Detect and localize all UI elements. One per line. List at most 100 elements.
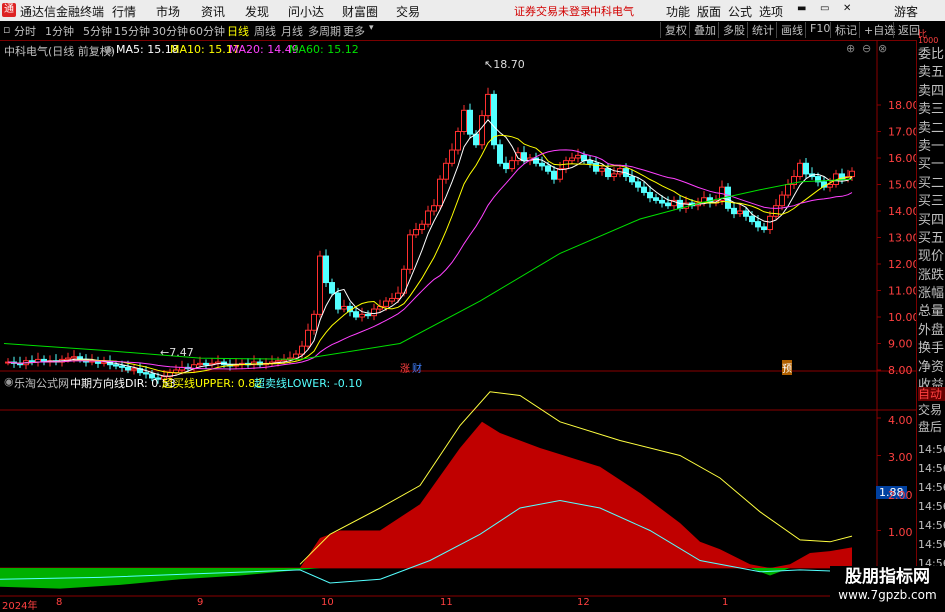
candle-body — [203, 362, 209, 366]
candle-body — [323, 255, 329, 284]
period-60min[interactable]: 60分钟 — [189, 23, 225, 39]
kline-chart[interactable]: 18.0017.0016.0015.0014.0013.0012.0011.00… — [0, 40, 945, 609]
mark-button[interactable]: 标记 — [830, 22, 857, 38]
menu-item-market[interactable]: 市场 — [156, 3, 180, 20]
candle-body — [461, 109, 467, 133]
period-multi[interactable]: 多周期 — [308, 23, 341, 39]
menu-item-formula[interactable]: 公式 — [728, 3, 752, 20]
candle-body — [173, 369, 179, 374]
candle-body — [797, 162, 803, 178]
ind-tick-1: 1.00 — [888, 526, 913, 539]
indicator-chart — [0, 391, 881, 589]
back-button[interactable]: 返回 — [893, 22, 920, 38]
side-time-item: 14:56 — [918, 538, 945, 551]
login-status[interactable]: 证券交易未登录 — [514, 3, 591, 19]
period-daily[interactable]: 日线 — [227, 23, 249, 39]
menu-item-trade[interactable]: 交易 — [396, 3, 420, 20]
adjust-button[interactable]: 复权 — [660, 22, 687, 38]
candle-body — [849, 170, 855, 178]
candle-body — [779, 194, 785, 207]
side-auto-label[interactable]: 自动 — [918, 387, 945, 401]
candle-body — [143, 372, 149, 375]
more-chevron-icon[interactable]: ▾ — [369, 23, 374, 33]
candle-body — [317, 255, 323, 315]
period-15min[interactable]: 15分钟 — [114, 23, 150, 39]
candle-body — [551, 170, 557, 180]
menu-item-ask[interactable]: 问小达 — [288, 3, 324, 20]
menu-item-news[interactable]: 资讯 — [201, 3, 225, 20]
candle-body — [749, 215, 755, 223]
finance-marker[interactable]: 财 — [412, 360, 422, 375]
menu-item-layout[interactable]: 版面 — [697, 3, 721, 20]
side-after-hours-label[interactable]: 盘后 — [918, 420, 945, 434]
low-price-label: ←7.47 — [160, 346, 194, 359]
period-more[interactable]: 更多 — [343, 23, 365, 39]
restore-icon[interactable]: ▭ — [820, 3, 829, 14]
period-30min[interactable]: 30分钟 — [152, 23, 188, 39]
side-trade-label[interactable]: 交易 — [918, 403, 945, 417]
candle-body — [587, 160, 593, 164]
side-time-item: 14:56 — [918, 443, 945, 456]
user-label[interactable]: 游客 — [894, 3, 918, 20]
menu-item-quotes[interactable]: 行情 — [112, 3, 136, 20]
candle-body — [353, 311, 359, 318]
side-label-item: 买二 — [918, 175, 945, 191]
candle-body — [431, 205, 437, 212]
period-checkbox-icon[interactable]: ▫ — [3, 23, 10, 36]
x-label-sep: 9 — [197, 597, 204, 608]
candle-body — [659, 199, 665, 204]
candle-body — [761, 226, 767, 231]
candle-body — [125, 366, 131, 371]
upper-label: 超买线UPPER: 0.82 — [162, 377, 263, 390]
high-price-label: ↖18.70 — [484, 58, 525, 71]
moving-average-lines — [3, 119, 853, 377]
overlay-button[interactable]: 叠加 — [689, 22, 716, 38]
candle-body — [449, 149, 455, 164]
close-icon[interactable]: ✕ — [843, 3, 851, 14]
candle-body — [611, 173, 617, 178]
high-price-value: 18.70 — [493, 58, 525, 71]
candle-body — [485, 93, 491, 117]
forecast-marker[interactable]: 预 — [782, 360, 792, 375]
candle-body — [131, 368, 137, 371]
candle-body — [371, 308, 377, 317]
period-monthly[interactable]: 月线 — [281, 23, 303, 39]
candle-body — [407, 234, 413, 270]
candle-body — [197, 362, 203, 366]
menu-item-options[interactable]: 选项 — [759, 3, 783, 20]
indicator-settings-icon[interactable]: ◉ — [4, 375, 14, 388]
ind-tick-3: 3.00 — [888, 451, 913, 464]
side-label-item: 卖五 — [918, 65, 945, 81]
period-weekly[interactable]: 周线 — [254, 23, 276, 39]
rise-marker[interactable]: 涨 — [400, 360, 410, 375]
period-timeshare[interactable]: 分时 — [14, 23, 36, 39]
multi-stock-button[interactable]: 多股 — [718, 22, 745, 38]
candle-body — [755, 221, 761, 228]
period-1min[interactable]: 1分钟 — [45, 23, 74, 39]
period-5min[interactable]: 5分钟 — [83, 23, 112, 39]
side-label-item: 涨跌 — [918, 267, 945, 283]
x-label-year: 2024年 — [2, 601, 38, 612]
candle-body — [467, 109, 473, 135]
add-watchlist-button[interactable]: +自选 — [859, 22, 895, 38]
ind-tick-2: 2.00 — [888, 489, 913, 502]
draw-button[interactable]: 画线 — [776, 22, 803, 38]
candle-body — [119, 365, 125, 368]
candle-body — [593, 162, 599, 172]
candle-body — [383, 300, 389, 307]
menu-item-function[interactable]: 功能 — [666, 3, 690, 20]
candle-body — [521, 152, 527, 162]
candle-body — [359, 313, 365, 318]
candle-body — [677, 199, 683, 209]
menu-item-discover[interactable]: 发现 — [245, 3, 269, 20]
candle-body — [725, 186, 731, 209]
candle-body — [575, 154, 581, 159]
f10-button[interactable]: F10 — [805, 22, 830, 38]
side-label-list: 委比 卖五 卖四 卖三 卖二 卖一 买一 买二 买三 买四 买五 现价 涨跌 涨幅 总量 外盘 换手 净资 收益 — [918, 46, 945, 395]
minimize-icon[interactable]: ▬ — [797, 3, 806, 14]
candle-body — [629, 176, 635, 183]
watermark: 股朋指标网 www.7gpzb.com — [830, 566, 945, 609]
stats-button[interactable]: 统计 — [747, 22, 774, 38]
candle-body — [539, 162, 545, 167]
menu-item-wealth[interactable]: 财富圈 — [342, 3, 378, 20]
